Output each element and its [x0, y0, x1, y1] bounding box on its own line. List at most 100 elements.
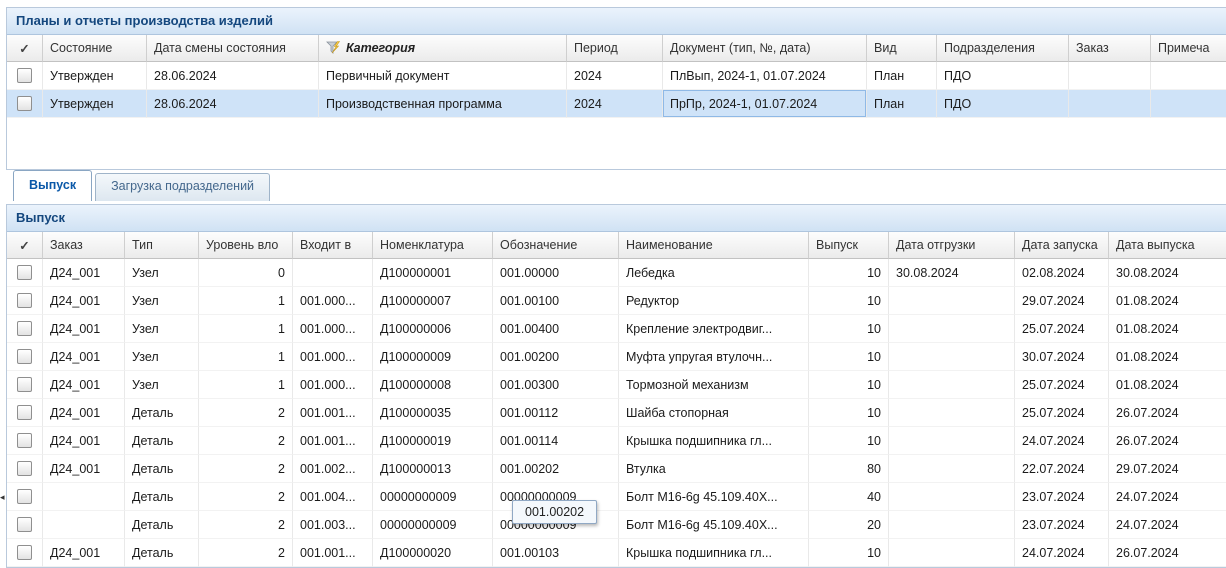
cell[interactable]: 01.08.2024 [1109, 315, 1226, 343]
cell[interactable]: 24.07.2024 [1015, 539, 1109, 567]
cell[interactable]: 2 [199, 427, 293, 455]
row-checkbox[interactable] [17, 265, 32, 280]
cell[interactable]: Д24_001 [43, 259, 125, 287]
table-row[interactable]: Д24_001Узел1001.000...Д100000008001.0030… [7, 371, 1226, 399]
cell[interactable]: 40 [809, 483, 889, 511]
cell[interactable]: Редуктор [619, 287, 809, 315]
cell[interactable]: Д24_001 [43, 371, 125, 399]
cell[interactable]: 29.07.2024 [1015, 287, 1109, 315]
column-divisions[interactable]: Подразделения [937, 35, 1069, 62]
column-ship-date[interactable]: Дата отгрузки [889, 232, 1015, 259]
row-checkbox[interactable] [17, 293, 32, 308]
cell[interactable]: 00000000009 [373, 483, 493, 511]
column-category[interactable]: Категория [319, 35, 567, 62]
cell[interactable]: Д100000001 [373, 259, 493, 287]
cell[interactable]: 01.08.2024 [1109, 371, 1226, 399]
cell[interactable]: Лебедка [619, 259, 809, 287]
cell[interactable] [889, 287, 1015, 315]
cell[interactable]: 80 [809, 455, 889, 483]
cell[interactable] [889, 315, 1015, 343]
tab-vypusk[interactable]: Выпуск [13, 170, 92, 201]
cell[interactable]: 10 [809, 287, 889, 315]
cell[interactable] [1069, 62, 1151, 90]
cell[interactable] [889, 511, 1015, 539]
cell[interactable]: 2 [199, 455, 293, 483]
cell[interactable]: Узел [125, 259, 199, 287]
row-checkbox[interactable] [17, 517, 32, 532]
cell[interactable]: 30.08.2024 [889, 259, 1015, 287]
column-nesting-level[interactable]: Уровень вло [199, 232, 293, 259]
cell[interactable]: 001.003... [293, 511, 373, 539]
cell[interactable]: 29.07.2024 [1109, 455, 1226, 483]
cell[interactable]: 23.07.2024 [1015, 511, 1109, 539]
cell[interactable]: Шайба стопорная [619, 399, 809, 427]
cell[interactable]: 001.00000 [493, 259, 619, 287]
cell[interactable]: ПрПр, 2024-1, 01.07.2024 [663, 90, 867, 118]
cell[interactable]: Тормозной механизм [619, 371, 809, 399]
cell[interactable]: Д24_001 [43, 399, 125, 427]
cell[interactable]: 2024 [567, 62, 663, 90]
column-note[interactable]: Примеча [1151, 35, 1226, 62]
cell[interactable]: Крышка подшипника гл... [619, 427, 809, 455]
cell[interactable]: Крепление электродвиг... [619, 315, 809, 343]
table-row[interactable]: Утвержден28.06.2024Производственная прог… [7, 90, 1226, 118]
cell[interactable]: 001.00112 [493, 399, 619, 427]
cell[interactable]: 10 [809, 399, 889, 427]
cell[interactable]: Д100000006 [373, 315, 493, 343]
cell[interactable]: 25.07.2024 [1015, 315, 1109, 343]
cell[interactable]: Узел [125, 287, 199, 315]
cell[interactable]: Деталь [125, 399, 199, 427]
column-nomenclature[interactable]: Номенклатура [373, 232, 493, 259]
cell[interactable] [889, 343, 1015, 371]
cell[interactable]: Деталь [125, 455, 199, 483]
cell[interactable]: 001.001... [293, 539, 373, 567]
splitter-collapse-arrow[interactable]: ◂ [0, 486, 8, 508]
column-name[interactable]: Наименование [619, 232, 809, 259]
row-checkbox[interactable] [17, 377, 32, 392]
cell[interactable] [1151, 62, 1226, 90]
cell[interactable]: 001.00202 [493, 455, 619, 483]
cell[interactable]: 1 [199, 287, 293, 315]
cell[interactable]: Болт М16-6g 45.109.40X... [619, 483, 809, 511]
row-checkbox[interactable] [17, 489, 32, 504]
cell[interactable]: Д24_001 [43, 315, 125, 343]
row-checkbox[interactable] [17, 68, 32, 83]
cell[interactable]: Д100000007 [373, 287, 493, 315]
cell[interactable]: Д24_001 [43, 455, 125, 483]
cell[interactable] [889, 399, 1015, 427]
column-output[interactable]: Выпуск [809, 232, 889, 259]
cell[interactable]: 1 [199, 343, 293, 371]
cell[interactable]: Д100000009 [373, 343, 493, 371]
cell[interactable]: 10 [809, 315, 889, 343]
cell[interactable]: Болт М16-6g 45.109.40X... [619, 511, 809, 539]
table-row[interactable]: Д24_001Узел1001.000...Д100000006001.0040… [7, 315, 1226, 343]
cell[interactable]: 00000000009 [373, 511, 493, 539]
cell[interactable]: ПДО [937, 62, 1069, 90]
column-launch-date[interactable]: Дата запуска [1015, 232, 1109, 259]
cell[interactable]: 01.08.2024 [1109, 343, 1226, 371]
table-row[interactable]: Деталь2001.004...0000000000900000000009Б… [7, 483, 1226, 511]
cell[interactable]: 25.07.2024 [1015, 399, 1109, 427]
column-release-date[interactable]: Дата выпуска [1109, 232, 1226, 259]
cell[interactable]: Д24_001 [43, 287, 125, 315]
cell[interactable]: 001.00400 [493, 315, 619, 343]
cell[interactable]: 10 [809, 427, 889, 455]
column-document[interactable]: Документ (тип, №, дата) [663, 35, 867, 62]
row-checkbox[interactable] [17, 433, 32, 448]
cell[interactable] [43, 511, 125, 539]
cell[interactable]: 1 [199, 315, 293, 343]
cell[interactable]: 22.07.2024 [1015, 455, 1109, 483]
cell[interactable] [1069, 90, 1151, 118]
cell[interactable] [293, 259, 373, 287]
cell[interactable]: Деталь [125, 427, 199, 455]
cell[interactable]: 23.07.2024 [1015, 483, 1109, 511]
cell[interactable]: Д100000019 [373, 427, 493, 455]
column-period[interactable]: Период [567, 35, 663, 62]
cell[interactable]: Утвержден [43, 90, 147, 118]
cell[interactable]: 02.08.2024 [1015, 259, 1109, 287]
cell[interactable]: Втулка [619, 455, 809, 483]
cell[interactable]: 001.001... [293, 427, 373, 455]
select-all-header[interactable]: ✓ [7, 35, 43, 62]
cell[interactable]: Узел [125, 371, 199, 399]
column-order[interactable]: Заказ [1069, 35, 1151, 62]
